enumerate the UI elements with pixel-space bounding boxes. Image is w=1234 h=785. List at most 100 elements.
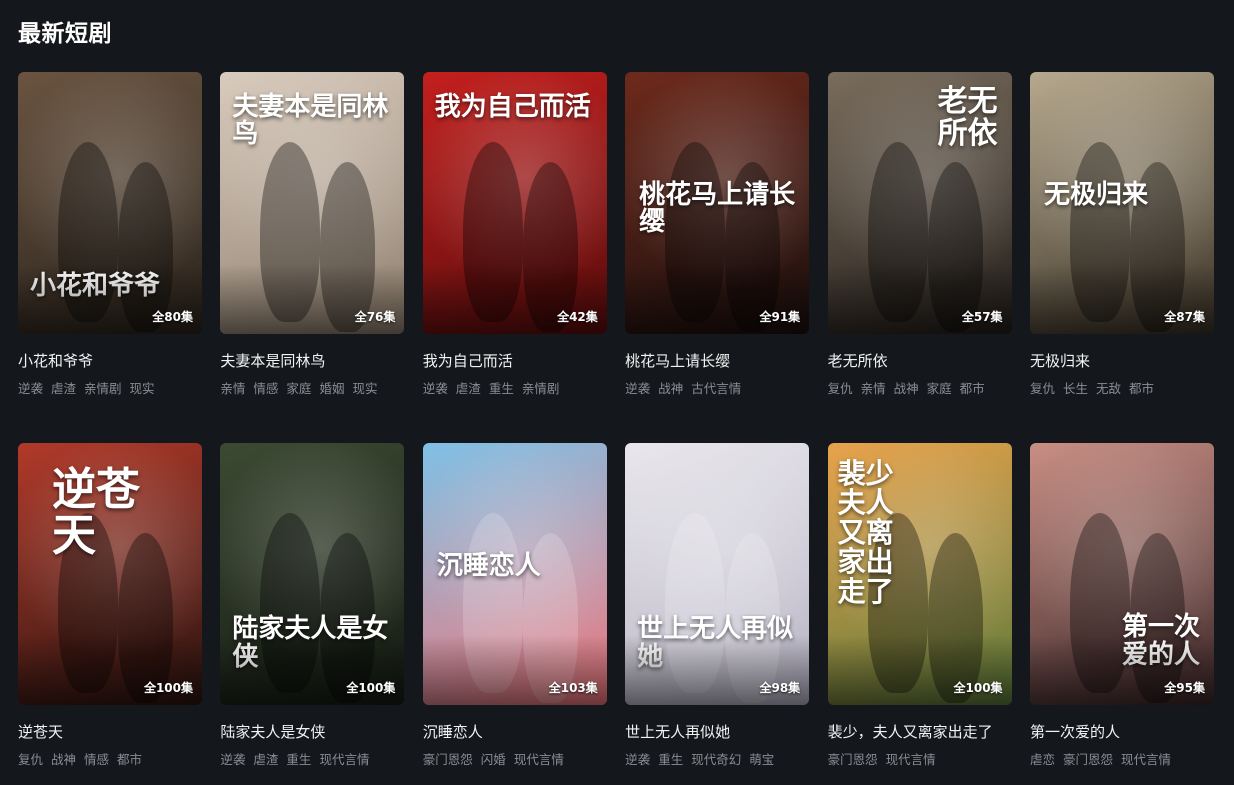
genre-tag[interactable]: 现代言情 xyxy=(1121,749,1171,768)
genre-tag[interactable]: 逆袭 xyxy=(220,749,245,768)
genre-tag[interactable]: 家庭 xyxy=(927,378,952,397)
genre-tag[interactable]: 长生 xyxy=(1063,378,1088,397)
drama-poster[interactable]: 裴少夫人又离家出走了 全100集 xyxy=(827,443,1012,705)
genre-tag[interactable]: 婚姻 xyxy=(319,378,344,397)
drama-card[interactable]: 陆家夫人是女侠全100集陆家夫人是女侠逆袭虐渣重生现代言情 xyxy=(220,443,405,785)
drama-poster[interactable]: 我为自己而活 全42集 xyxy=(422,72,607,334)
drama-title[interactable]: 逆苍天 xyxy=(18,721,202,742)
genre-tag[interactable]: 复仇 xyxy=(1030,378,1055,397)
drama-card[interactable]: 我为自己而活 全42集我为自己而活 逆袭 虐渣 重生 亲情剧 xyxy=(422,72,607,443)
genre-tag[interactable]: 情感 xyxy=(253,378,278,397)
drama-title[interactable]: 第一次爱的人 xyxy=(1030,721,1214,742)
episode-count-badge: 全57集 xyxy=(961,310,1003,324)
drama-title[interactable]: 夫妻本是同林鸟 xyxy=(220,350,404,371)
drama-card[interactable]: 沉睡恋人 全103集沉睡恋人豪门恩怨 闪婚 现代言情 xyxy=(422,443,607,785)
drama-poster[interactable]: 逆苍天 全100集 xyxy=(18,443,202,705)
drama-poster[interactable]: 桃花马上请长缨 全91集 xyxy=(625,72,810,334)
genre-tag[interactable]: 虐渣 xyxy=(51,378,76,397)
drama-card[interactable]: 裴少夫人又离家出走了 全100集裴少，夫人又离家出走了 豪门恩怨 现代言情 xyxy=(827,443,1012,785)
drama-card[interactable]: 逆苍天 全100集逆苍天复仇 战神 情感 都市 xyxy=(18,443,202,785)
episode-count-badge: 全95集 xyxy=(1164,681,1205,695)
drama-poster[interactable]: 小花和爷爷全80集 xyxy=(18,72,202,334)
genre-tag[interactable]: 现实 xyxy=(130,378,155,397)
genre-tag[interactable]: 逆袭 xyxy=(625,749,650,768)
genre-tag[interactable]: 情感 xyxy=(84,749,109,768)
genre-tag[interactable]: 重生 xyxy=(658,749,683,768)
genre-tag[interactable]: 重生 xyxy=(286,749,311,768)
genre-tag[interactable]: 逆袭 xyxy=(423,378,448,397)
drama-title[interactable]: 裴少，夫人又离家出走了 xyxy=(828,721,1012,742)
drama-card[interactable]: 夫妻本是同林鸟 全76集夫妻本是同林鸟 亲情 情感 家庭 婚姻 现实 xyxy=(220,72,405,443)
genre-tag[interactable]: 现实 xyxy=(352,378,377,397)
genre-tag[interactable]: 都市 xyxy=(960,378,985,397)
genre-tag[interactable]: 都市 xyxy=(117,749,142,768)
genre-tag[interactable]: 复仇 xyxy=(18,749,43,768)
drama-card[interactable]: 小花和爷爷全80集小花和爷爷逆袭虐渣亲情剧现实 xyxy=(18,72,202,443)
drama-poster[interactable]: 无极归来 全87集 xyxy=(1029,72,1214,334)
genre-tag[interactable]: 豪门恩怨 xyxy=(1063,749,1113,768)
genre-tag[interactable]: 现代奇幻 xyxy=(691,749,741,768)
drama-title[interactable]: 无极归来 xyxy=(1030,350,1214,371)
drama-title[interactable]: 世上无人再似她 xyxy=(625,721,809,742)
genre-tag[interactable]: 萌宝 xyxy=(749,749,774,768)
tag-list: 逆袭 虐渣 重生 现代言情 xyxy=(220,749,404,768)
episode-count-badge: 全100集 xyxy=(143,681,193,695)
genre-tag[interactable]: 闪婚 xyxy=(481,749,506,768)
genre-tag[interactable]: 虐渣 xyxy=(456,378,481,397)
drama-poster[interactable]: 第一次爱的人全95集 xyxy=(1029,443,1214,705)
genre-tag[interactable]: 亲情 xyxy=(220,378,245,397)
genre-tag[interactable]: 虐渣 xyxy=(253,749,278,768)
drama-title[interactable]: 陆家夫人是女侠 xyxy=(220,721,404,742)
section-title: 最新短剧 xyxy=(18,21,112,47)
genre-tag[interactable]: 无敌 xyxy=(1096,378,1121,397)
drama-title[interactable]: 沉睡恋人 xyxy=(423,721,607,742)
genre-tag[interactable]: 亲情剧 xyxy=(84,378,122,397)
episode-count-badge: 全100集 xyxy=(346,681,396,695)
genre-tag[interactable]: 重生 xyxy=(489,378,514,397)
drama-poster[interactable]: 沉睡恋人 全103集 xyxy=(422,443,607,705)
genre-tag[interactable]: 古代言情 xyxy=(691,378,741,397)
drama-title[interactable]: 我为自己而活 xyxy=(423,350,607,371)
genre-tag[interactable]: 复仇 xyxy=(828,378,853,397)
genre-tag[interactable]: 现代言情 xyxy=(514,749,564,768)
genre-tag[interactable]: 逆袭 xyxy=(18,378,43,397)
tag-list: 逆袭 重生 现代奇幻 萌宝 xyxy=(625,749,809,768)
episode-count-badge: 全42集 xyxy=(557,310,598,324)
tag-list: 复仇 长生 无敌 都市 xyxy=(1030,378,1214,397)
drama-card[interactable]: 第一次爱的人全95集第一次爱的人虐恋豪门恩怨现代言情 xyxy=(1029,443,1214,785)
genre-tag[interactable]: 都市 xyxy=(1129,378,1154,397)
genre-tag[interactable]: 家庭 xyxy=(286,378,311,397)
drama-title[interactable]: 桃花马上请长缨 xyxy=(625,350,809,371)
drama-title[interactable]: 小花和爷爷 xyxy=(18,350,202,371)
genre-tag[interactable]: 现代言情 xyxy=(886,749,936,768)
episode-count-badge: 全80集 xyxy=(152,310,193,324)
drama-card[interactable]: 世上无人再似她全98集世上无人再似她逆袭重生现代奇幻萌宝 xyxy=(625,443,810,785)
episode-count-badge: 全91集 xyxy=(759,310,801,324)
genre-tag[interactable]: 逆袭 xyxy=(625,378,650,397)
drama-poster[interactable]: 老无所依 全57集 xyxy=(827,72,1012,334)
drama-poster[interactable]: 陆家夫人是女侠全100集 xyxy=(220,443,405,705)
drama-poster[interactable]: 世上无人再似她全98集 xyxy=(625,443,810,705)
genre-tag[interactable]: 亲情 xyxy=(861,378,886,397)
drama-title[interactable]: 老无所依 xyxy=(828,350,1012,371)
drama-poster[interactable]: 夫妻本是同林鸟 全76集 xyxy=(220,72,405,334)
tag-list: 逆袭 虐渣 亲情剧 现实 xyxy=(18,378,202,397)
poster-title-art: 裴少夫人又离家出走了 xyxy=(837,457,894,608)
genre-tag[interactable]: 战神 xyxy=(894,378,919,397)
drama-card[interactable]: 桃花马上请长缨 全91集桃花马上请长缨 逆袭 战神 古代言情 xyxy=(625,72,810,443)
tag-list: 豪门恩怨 现代言情 xyxy=(828,749,1012,768)
episode-count-badge: 全76集 xyxy=(354,310,396,324)
genre-tag[interactable]: 战神 xyxy=(51,749,76,768)
genre-tag[interactable]: 豪门恩怨 xyxy=(828,749,878,768)
genre-tag[interactable]: 现代言情 xyxy=(319,749,369,768)
genre-tag[interactable]: 战神 xyxy=(658,378,683,397)
genre-tag[interactable]: 虐恋 xyxy=(1030,749,1055,768)
genre-tag[interactable]: 亲情剧 xyxy=(522,378,560,397)
genre-tag[interactable]: 豪门恩怨 xyxy=(423,749,473,768)
tag-list: 虐恋 豪门恩怨 现代言情 xyxy=(1030,749,1214,768)
tag-list: 豪门恩怨 闪婚 现代言情 xyxy=(423,749,607,768)
tag-list: 亲情 情感 家庭 婚姻 现实 xyxy=(220,378,404,397)
drama-card[interactable]: 老无所依 全57集老无所依复仇 亲情 战神 家庭 都市 xyxy=(827,72,1012,443)
drama-card[interactable]: 无极归来 全87集无极归来复仇 长生 无敌 都市 xyxy=(1029,72,1214,443)
tag-list: 复仇 亲情 战神 家庭 都市 xyxy=(828,378,1012,397)
